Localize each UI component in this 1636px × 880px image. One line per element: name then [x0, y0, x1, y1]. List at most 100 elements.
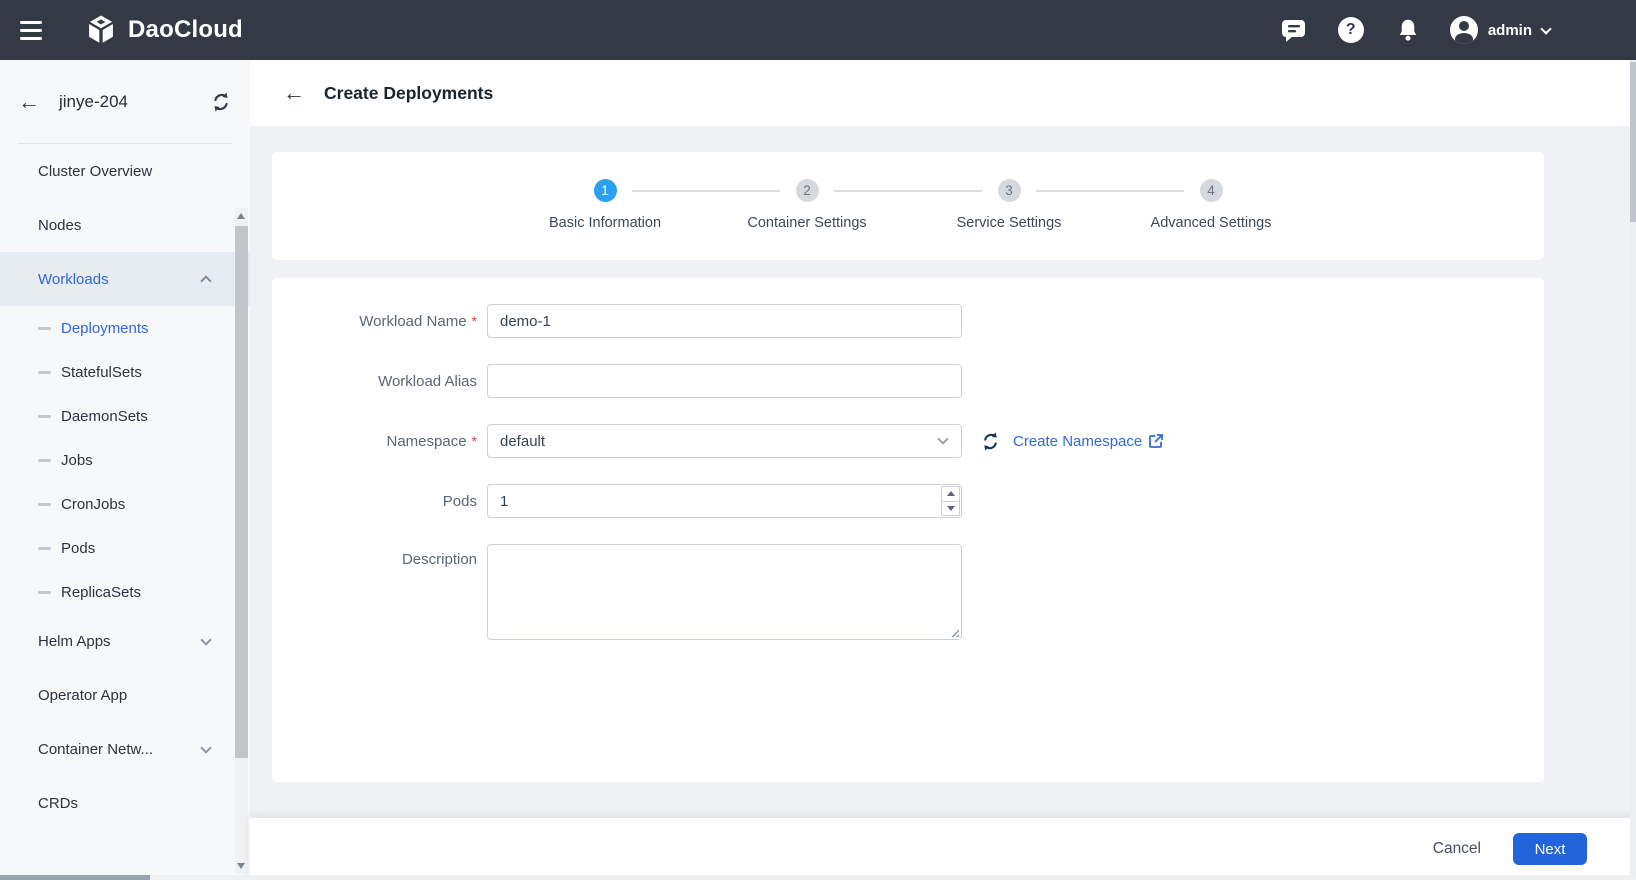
sidebar: ← jinye-204 Cluster Overview Nodes Workl… [0, 60, 250, 880]
page-header: ← Create Deployments [250, 60, 1636, 126]
sidebar-item-nodes[interactable]: Nodes [0, 198, 250, 252]
scrollbar-thumb[interactable] [235, 226, 248, 758]
sidebar-back-button[interactable]: ← [18, 91, 40, 113]
pods-stepper [941, 486, 960, 516]
cluster-name: jinye-204 [59, 92, 191, 112]
refresh-icon [980, 431, 1001, 452]
sidebar-item-container-network[interactable]: Container Netw... [0, 722, 250, 776]
sidebar-item-helm-apps[interactable]: Helm Apps [0, 614, 250, 668]
step-advanced-settings[interactable]: 4 Advanced Settings [1110, 179, 1312, 231]
sidebar-item-cronjobs[interactable]: CronJobs [0, 482, 250, 526]
step-label: Service Settings [908, 215, 1110, 231]
messages-button[interactable] [1279, 15, 1309, 45]
dash-icon [38, 415, 51, 418]
next-button[interactable]: Next [1513, 833, 1587, 865]
chevron-down-icon [1540, 23, 1551, 34]
sidebar-item-label: DaemonSets [61, 408, 148, 425]
stepper: 1 Basic Information 2 Container Settings… [504, 179, 1312, 231]
workload-alias-label: Workload Alias [272, 373, 477, 390]
dash-icon [38, 591, 51, 594]
scroll-up-icon[interactable] [237, 213, 245, 219]
step-service-settings[interactable]: 3 Service Settings [908, 179, 1110, 231]
sidebar-item-daemonsets[interactable]: DaemonSets [0, 394, 250, 438]
page-vertical-scrollbar[interactable] [1630, 0, 1636, 880]
namespace-select[interactable]: default [487, 424, 962, 458]
dash-icon [38, 327, 51, 330]
sidebar-item-label: Helm Apps [38, 633, 111, 650]
basic-information-form: Workload Name* Workload Alias [272, 278, 1544, 782]
decrement-icon[interactable] [942, 502, 959, 516]
step-label: Basic Information [504, 215, 706, 231]
top-header: DaoCloud ? [0, 0, 1636, 60]
cancel-button[interactable]: Cancel [1433, 840, 1481, 858]
description-textarea[interactable] [487, 544, 962, 640]
sidebar-item-deployments[interactable]: Deployments [0, 306, 250, 350]
chevron-up-icon [200, 275, 211, 286]
sidebar-item-crds[interactable]: CRDs [0, 776, 250, 830]
username: admin [1488, 22, 1532, 39]
external-link-icon [1148, 433, 1164, 449]
sidebar-menu: Cluster Overview Nodes Workloads Deploym… [0, 144, 250, 830]
increment-icon[interactable] [942, 487, 959, 502]
step-label: Advanced Settings [1110, 215, 1312, 231]
sidebar-item-cluster-overview[interactable]: Cluster Overview [0, 144, 250, 198]
sidebar-item-operator-app[interactable]: Operator App [0, 668, 250, 722]
help-button[interactable]: ? [1336, 15, 1366, 45]
dash-icon [38, 503, 51, 506]
sidebar-item-label: Pods [61, 540, 95, 557]
bell-icon [1395, 17, 1421, 43]
sidebar-item-label: CronJobs [61, 496, 125, 513]
sidebar-item-label: Jobs [61, 452, 93, 469]
daocloud-cube-icon [84, 13, 118, 47]
brand-name: DaoCloud [128, 16, 243, 44]
chevron-down-icon [937, 433, 948, 444]
create-namespace-link[interactable]: Create Namespace [1013, 433, 1164, 450]
create-namespace-label: Create Namespace [1013, 433, 1142, 450]
sidebar-scrollbar[interactable] [235, 208, 248, 874]
sidebar-item-label: Container Netw... [38, 741, 153, 758]
scrollbar-thumb[interactable] [0, 875, 150, 880]
workload-name-input[interactable] [487, 304, 962, 338]
refresh-namespaces-button[interactable] [980, 431, 1001, 452]
user-menu[interactable]: admin [1450, 16, 1550, 44]
help-icon: ? [1338, 17, 1364, 43]
menu-toggle-icon[interactable] [20, 19, 48, 41]
chevron-down-icon [200, 634, 211, 645]
sidebar-item-workloads[interactable]: Workloads [0, 252, 250, 306]
namespace-label: Namespace* [272, 433, 477, 450]
pods-input[interactable] [487, 484, 962, 518]
content-area: 1 Basic Information 2 Container Settings… [250, 126, 1636, 818]
notifications-button[interactable] [1393, 15, 1423, 45]
scroll-down-icon[interactable] [237, 863, 245, 869]
step-number: 4 [1200, 179, 1223, 202]
workload-name-label: Workload Name* [272, 313, 477, 330]
workload-alias-input[interactable] [487, 364, 962, 398]
sidebar-item-replicasets[interactable]: ReplicaSets [0, 570, 250, 614]
pods-label: Pods [272, 493, 477, 510]
sidebar-item-pods[interactable]: Pods [0, 526, 250, 570]
step-number: 3 [998, 179, 1021, 202]
pods-row: Pods [272, 484, 1544, 518]
step-basic-information[interactable]: 1 Basic Information [504, 179, 706, 231]
page-horizontal-scrollbar[interactable] [0, 875, 1636, 880]
main-area: ← Create Deployments 1 Basic Information… [250, 60, 1636, 880]
switch-cluster-icon[interactable] [210, 91, 232, 113]
dash-icon [38, 547, 51, 550]
sidebar-item-label: Deployments [61, 320, 149, 337]
required-asterisk: * [472, 313, 477, 329]
required-asterisk: * [472, 433, 477, 449]
sidebar-item-label: Nodes [38, 217, 81, 234]
workload-alias-row: Workload Alias [272, 364, 1544, 398]
page-back-button[interactable]: ← [283, 82, 305, 104]
brand-logo[interactable]: DaoCloud [84, 13, 243, 47]
step-label: Container Settings [706, 215, 908, 231]
sidebar-item-jobs[interactable]: Jobs [0, 438, 250, 482]
sidebar-item-label: Cluster Overview [38, 163, 152, 180]
dash-icon [38, 459, 51, 462]
step-container-settings[interactable]: 2 Container Settings [706, 179, 908, 231]
scrollbar-thumb[interactable] [1630, 62, 1636, 222]
description-label: Description [272, 544, 477, 568]
namespace-selected-value: default [500, 433, 545, 450]
stepper-card: 1 Basic Information 2 Container Settings… [272, 152, 1544, 260]
sidebar-item-statefulsets[interactable]: StatefulSets [0, 350, 250, 394]
